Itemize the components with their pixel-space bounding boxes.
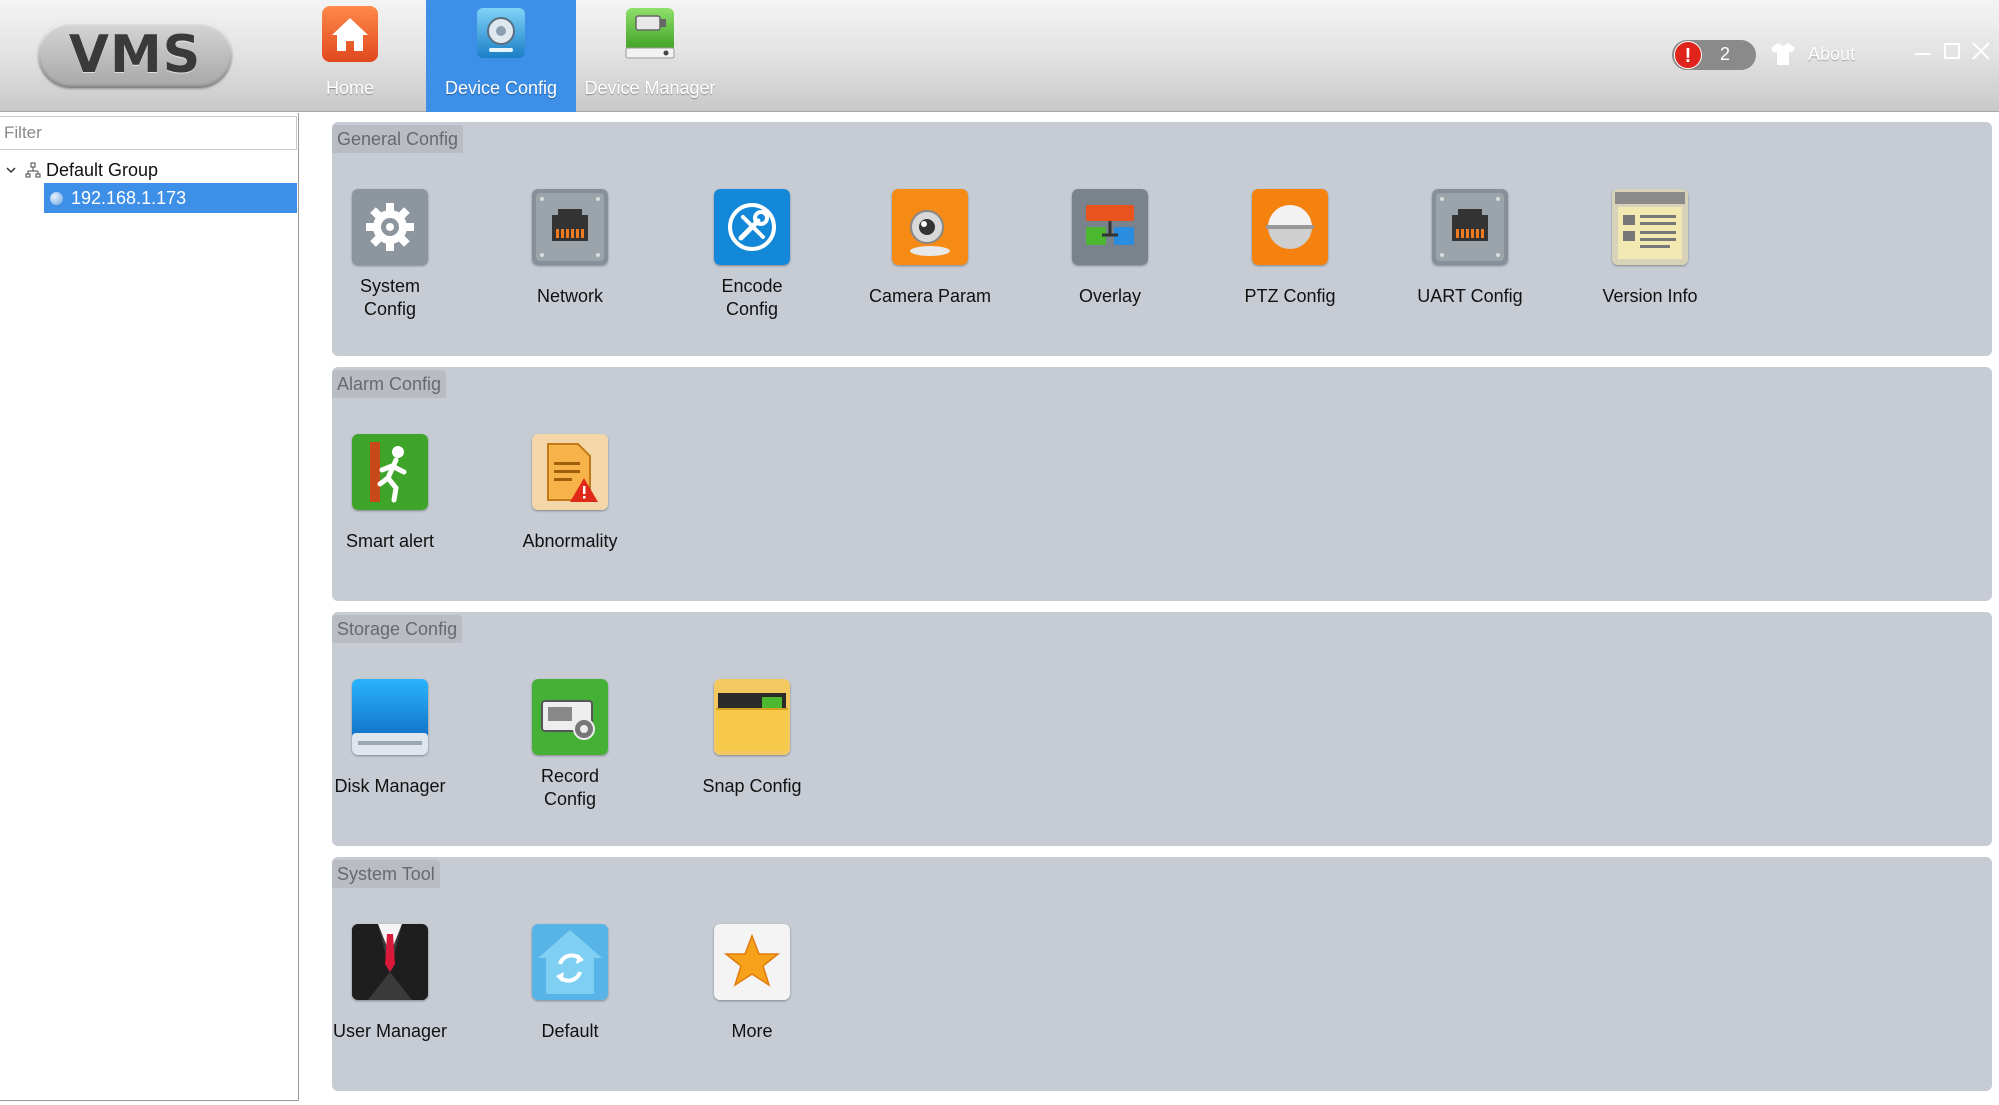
maximize-icon[interactable]: [1941, 40, 1963, 62]
group-tree-icon: [25, 162, 41, 178]
tab-device-manager-label: Device Manager: [584, 78, 716, 98]
user-suit-icon: [352, 924, 428, 1000]
overlay-blocks-icon: [1072, 189, 1148, 265]
item-label: Smart alert: [345, 531, 435, 551]
item-system-config[interactable]: System Config: [310, 189, 470, 321]
item-more[interactable]: More: [672, 924, 832, 1043]
tree-device-node[interactable]: 192.168.1.173: [44, 183, 297, 213]
item-label: Snap Config: [702, 776, 802, 796]
item-ptz-config[interactable]: PTZ Config: [1210, 189, 1370, 308]
filter-input[interactable]: [0, 116, 297, 150]
warning-document-icon: [532, 434, 608, 510]
item-label: Record Config: [540, 766, 600, 809]
house-refresh-icon: [532, 924, 608, 1000]
item-camera-param[interactable]: Camera Param: [850, 189, 1010, 308]
about-label: About: [1808, 43, 1856, 64]
alert-badge[interactable]: ! 2: [1672, 40, 1756, 70]
item-label: Overlay: [1078, 286, 1141, 306]
tab-home-label: Home: [325, 78, 374, 98]
close-icon[interactable]: [1970, 40, 1992, 62]
section-title: System Tool: [332, 860, 440, 888]
alert-icon: !: [1674, 41, 1702, 69]
section-title: General Config: [332, 125, 464, 153]
about-button[interactable]: About: [1770, 42, 1855, 66]
tree-device-label: 192.168.1.173: [71, 187, 187, 208]
tree-group-label: Default Group: [46, 159, 159, 180]
tab-home[interactable]: Home: [275, 0, 425, 112]
document-info-icon: [1612, 189, 1688, 265]
config-main: General Config System Config Network Enc…: [300, 113, 1999, 1105]
network-port-icon: [532, 189, 608, 265]
item-encode-config[interactable]: Encode Config: [672, 189, 832, 321]
top-bar: VMS Home Device Config Device Manager ! …: [0, 0, 1999, 112]
gear-icon: [352, 189, 428, 265]
section-general-config: General Config System Config Network Enc…: [332, 122, 1992, 356]
section-alarm-config: Alarm Config Smart alert Abnormality: [332, 367, 1992, 601]
item-label: Abnormality: [522, 531, 618, 551]
device-tree-panel: Default Group 192.168.1.173: [0, 113, 299, 1101]
tab-device-config[interactable]: Device Config: [426, 0, 576, 112]
recorder-gear-icon: [532, 679, 608, 755]
running-man-icon: [352, 434, 428, 510]
section-storage-config: Storage Config Disk Manager Record Confi…: [332, 612, 1992, 846]
item-label: More: [731, 1021, 773, 1041]
tools-icon: [714, 189, 790, 265]
alert-count: 2: [1720, 44, 1731, 64]
tree-group-default[interactable]: Default Group: [5, 157, 158, 183]
uart-port-icon: [1432, 189, 1508, 265]
item-overlay[interactable]: Overlay: [1030, 189, 1190, 308]
item-default[interactable]: Default: [490, 924, 650, 1043]
item-snap-config[interactable]: Snap Config: [672, 679, 832, 798]
item-version-info[interactable]: Version Info: [1570, 189, 1730, 308]
vms-logo: VMS: [38, 22, 232, 88]
item-label: Camera Param: [868, 286, 992, 306]
device-dot-icon: [50, 191, 63, 205]
item-label: Default: [541, 1021, 599, 1041]
item-network[interactable]: Network: [490, 189, 650, 308]
chevron-down-icon[interactable]: [5, 164, 17, 176]
section-title: Alarm Config: [332, 370, 447, 398]
item-record-config[interactable]: Record Config: [490, 679, 650, 811]
device-manager-icon: [625, 8, 675, 59]
item-uart-config[interactable]: UART Config: [1390, 189, 1550, 308]
dome-camera-icon: [1252, 189, 1328, 265]
item-label: PTZ Config: [1244, 286, 1336, 306]
section-system-tool: System Tool User Manager Default More: [332, 857, 1992, 1091]
item-smart-alert[interactable]: Smart alert: [310, 434, 470, 553]
minimize-icon[interactable]: [1912, 40, 1934, 62]
disk-icon: [352, 679, 428, 755]
item-label: Encode Config: [721, 276, 783, 319]
home-icon: [322, 6, 378, 62]
item-label: User Manager: [332, 1021, 448, 1041]
webcam-icon: [892, 189, 968, 265]
folder-icon: [714, 679, 790, 755]
item-label: Network: [536, 286, 603, 306]
device-config-icon: [477, 8, 525, 58]
tab-device-manager[interactable]: Device Manager: [575, 0, 725, 112]
item-user-manager[interactable]: User Manager: [310, 924, 470, 1043]
star-icon: [714, 924, 790, 1000]
item-abnormality[interactable]: Abnormality: [490, 434, 650, 553]
shirt-icon: [1771, 43, 1795, 65]
item-label: UART Config: [1417, 286, 1523, 306]
tab-device-config-label: Device Config: [444, 78, 558, 98]
item-label: Disk Manager: [334, 776, 446, 796]
item-disk-manager[interactable]: Disk Manager: [310, 679, 470, 798]
item-label: System Config: [359, 276, 420, 319]
item-label: Version Info: [1602, 286, 1698, 306]
section-title: Storage Config: [332, 615, 463, 643]
